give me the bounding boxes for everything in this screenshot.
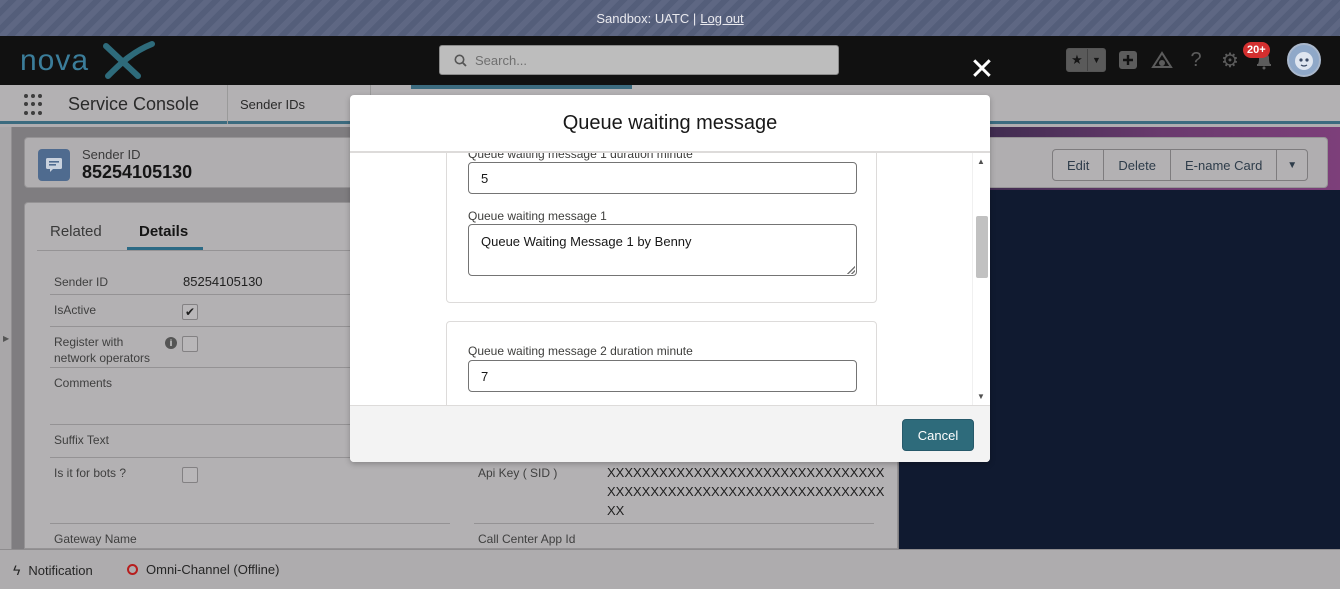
modal-body: Queue waiting message 1 duration minute … [350, 153, 990, 405]
app-name: Service Console [68, 94, 200, 114]
queue-message-2-section: Queue waiting message 2 duration minute … [446, 321, 877, 405]
trailhead-icon[interactable] [1150, 48, 1174, 72]
api-key-value-line3: XX [607, 503, 625, 518]
scroll-up-arrow-icon[interactable]: ▲ [977, 157, 985, 166]
queue-message-1-section: Queue waiting message 1 duration minute … [446, 153, 877, 303]
help-icon[interactable]: ? [1184, 48, 1208, 72]
e-name-card-button[interactable]: E-name Card [1171, 150, 1278, 180]
delete-button[interactable]: Delete [1104, 150, 1171, 180]
lightning-bolt-icon: ϟ [13, 562, 21, 578]
msg1-label: Queue waiting message 1 [468, 209, 607, 223]
is-active-label: IsActive [54, 303, 97, 317]
more-actions-chevron-down-icon[interactable]: ▼ [1277, 150, 1307, 180]
offline-status-icon [127, 564, 138, 575]
msg2-duration-label: Queue waiting message 2 duration minute [468, 344, 693, 358]
nav-tab-sender-ids[interactable]: Sender IDs [240, 97, 305, 112]
notification-label: Notification [28, 562, 93, 578]
api-key-value-line2: XXXXXXXXXXXXXXXXXXXXXXXXXXXXXXXX [607, 484, 885, 499]
expand-arrow-icon[interactable]: ▶ [3, 334, 9, 343]
register-label-line2: network operators [54, 351, 151, 365]
record-actions: Edit Delete E-name Card ▼ [1052, 149, 1309, 181]
sandbox-text: Sandbox: UATC | [596, 10, 697, 26]
sender-id-label: Sender ID [54, 275, 109, 289]
resize-handle-icon[interactable] [847, 266, 855, 274]
is-for-bots-checkbox [182, 467, 198, 483]
register-label: Register with [54, 335, 124, 349]
logout-link[interactable]: Log out [700, 11, 743, 26]
omni-channel-label: Omni-Channel (Offline) [146, 562, 280, 577]
cancel-button[interactable]: Cancel [902, 419, 974, 451]
suffix-text-label: Suffix Text [54, 433, 109, 447]
queue-waiting-message-modal: Queue waiting message Queue waiting mess… [350, 95, 990, 462]
sender-id-value: 85254105130 [183, 274, 263, 289]
scroll-down-arrow-icon[interactable]: ▼ [977, 392, 985, 401]
is-active-checkbox: ✔ [182, 304, 198, 320]
msg1-textarea[interactable]: Queue Waiting Message 1 by Benny [468, 224, 857, 276]
svg-text:nova: nova [20, 44, 89, 77]
api-key-label: Api Key ( SID ) [478, 466, 558, 480]
favorites-star-icon[interactable]: ★ [1067, 49, 1087, 71]
modal-scrollbar[interactable]: ▲ ▼ [972, 153, 990, 405]
msg1-duration-label: Queue waiting message 1 duration minute [468, 153, 693, 161]
call-center-app-id-label: Call Center App Id [478, 532, 576, 546]
search-icon [454, 54, 467, 67]
global-actions-icon[interactable] [1116, 48, 1140, 72]
nav-divider [227, 85, 228, 124]
modal-footer: Cancel [350, 405, 990, 462]
scrollbar-thumb[interactable] [976, 216, 988, 278]
msg2-duration-input[interactable]: 7 [468, 360, 857, 392]
msg1-duration-input[interactable]: 5 [468, 162, 857, 194]
novax-logo: nova [20, 41, 155, 79]
gateway-name-label: Gateway Name [54, 532, 137, 546]
utility-notification[interactable]: ϟ Notification [13, 562, 93, 578]
modal-close-icon[interactable]: ✕ [968, 55, 996, 85]
setup-gear-icon[interactable]: ⚙ [1218, 48, 1242, 72]
comments-label: Comments [54, 376, 113, 390]
record-type-label: Sender ID [82, 147, 141, 162]
record-title: 85254105130 [82, 162, 193, 182]
register-checkbox [182, 336, 198, 352]
sender-id-record-icon [38, 149, 70, 181]
tab-related[interactable]: Related [50, 223, 102, 240]
modal-title: Queue waiting message [562, 111, 778, 134]
api-key-value-line1: XXXXXXXXXXXXXXXXXXXXXXXXXXXXXXXX [607, 465, 885, 480]
utility-omni-channel[interactable]: Omni-Channel (Offline) [127, 562, 279, 577]
modal-header: Queue waiting message [350, 95, 990, 153]
user-avatar[interactable] [1287, 43, 1321, 77]
msg1-text: Queue Waiting Message 1 by Benny [481, 234, 692, 249]
is-for-bots-label: Is it for bots ? [54, 466, 127, 480]
global-header: nova Search... ★ ▼ ? ⚙ [0, 36, 1340, 85]
active-workspace-tab-indicator [411, 85, 632, 89]
global-search-input[interactable]: Search... [439, 45, 839, 75]
field-divider [474, 523, 874, 524]
search-placeholder: Search... [475, 52, 528, 68]
active-tab-indicator [127, 247, 203, 250]
favorites-dropdown-icon[interactable]: ▼ [1087, 49, 1105, 71]
info-icon[interactable]: i [165, 337, 177, 349]
app-launcher-icon[interactable] [24, 94, 46, 116]
sandbox-banner: Sandbox: UATC | Log out [0, 0, 1340, 36]
tab-details[interactable]: Details [139, 223, 188, 240]
field-divider [50, 523, 450, 524]
notification-count-badge: 20+ [1243, 42, 1270, 58]
favorites-group: ★ ▼ [1066, 48, 1106, 72]
utility-bar: ϟ Notification Omni-Channel (Offline) [0, 549, 1340, 589]
edit-button[interactable]: Edit [1053, 150, 1105, 180]
